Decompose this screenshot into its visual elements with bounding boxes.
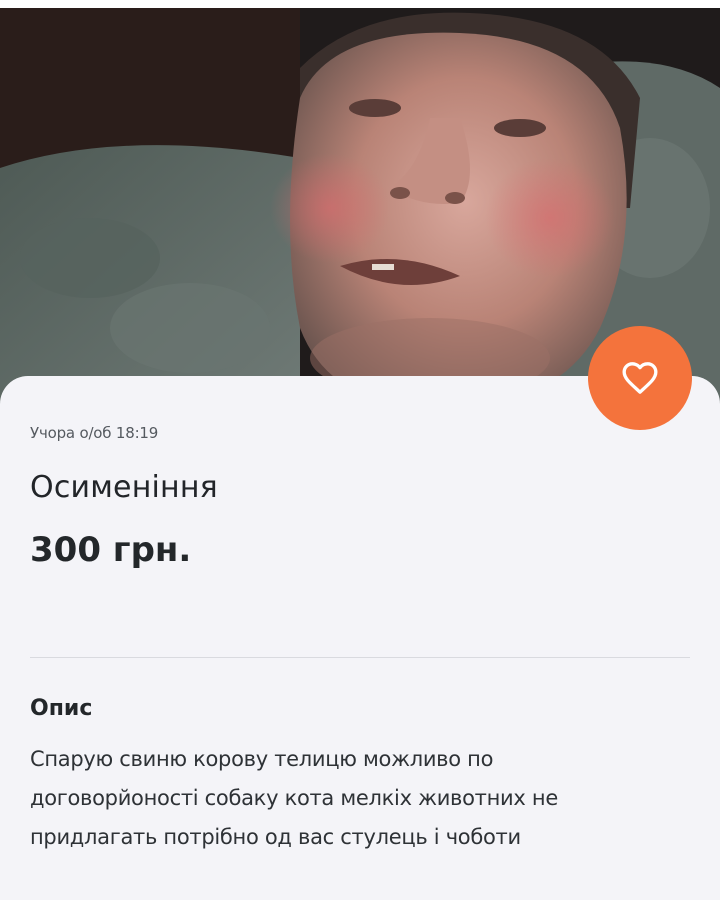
description-heading: Опис	[30, 696, 93, 721]
description-line: договорйоності собаку кота мелкіх животн…	[30, 786, 558, 810]
top-strip	[0, 0, 720, 8]
listing-screen: Учора о/об 18:19 Осименіння 300 грн. Опи…	[0, 0, 720, 900]
description-line: придлагать потрібно од вас стулець і чоб…	[30, 825, 521, 849]
description-text: Спарую свиню корову телицю можливо по до…	[30, 740, 680, 857]
favorite-button[interactable]	[588, 326, 692, 430]
section-divider	[30, 657, 690, 658]
posted-date: Учора о/об 18:19	[30, 424, 159, 442]
listing-title: Осименіння	[30, 470, 218, 505]
description-line: Спарую свиню корову телицю можливо по	[30, 747, 494, 771]
listing-price: 300 грн.	[30, 530, 192, 570]
heart-icon	[622, 362, 658, 394]
